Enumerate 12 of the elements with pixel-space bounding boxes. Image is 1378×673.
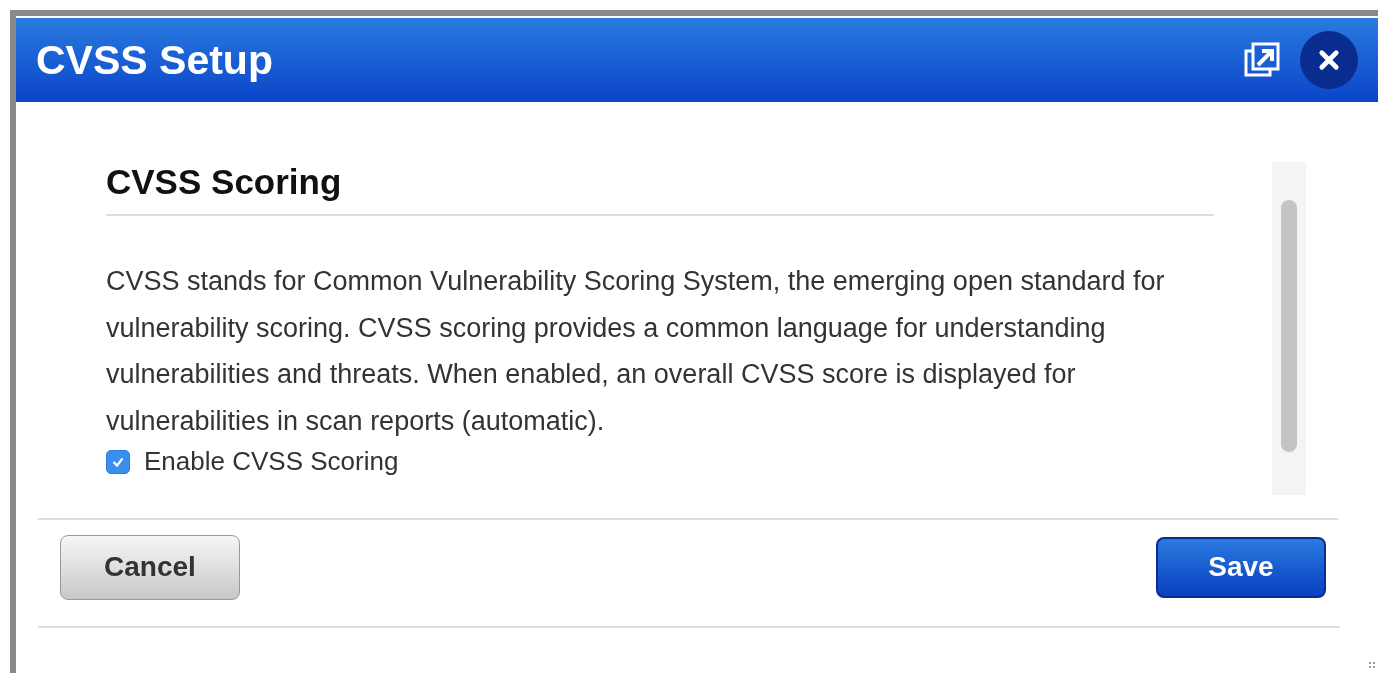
checkbox-label[interactable]: Enable CVSS Scoring	[144, 446, 399, 477]
popout-icon[interactable]	[1244, 42, 1280, 78]
close-icon	[1317, 48, 1341, 72]
close-button[interactable]	[1300, 31, 1358, 89]
save-button[interactable]: Save	[1156, 536, 1326, 598]
cancel-button[interactable]: Cancel	[60, 534, 240, 600]
window-title: CVSS Setup	[36, 36, 273, 84]
scrollbar-thumb[interactable]	[1281, 200, 1297, 452]
checkbox[interactable]	[106, 449, 130, 474]
resize-grip-icon[interactable]	[1368, 661, 1376, 669]
section-heading: CVSS Scoring	[106, 162, 1214, 216]
description-text: CVSS stands for Common Vulnerability Scoring System, the emerging open standard for vulnerability scoring. CVSS scoring provides a common language for understanding vulnerabilities and threats. When enabled, an overall CVSS score is displayed for vulnerabilities in scan reports (automatic).	[106, 265, 1166, 438]
